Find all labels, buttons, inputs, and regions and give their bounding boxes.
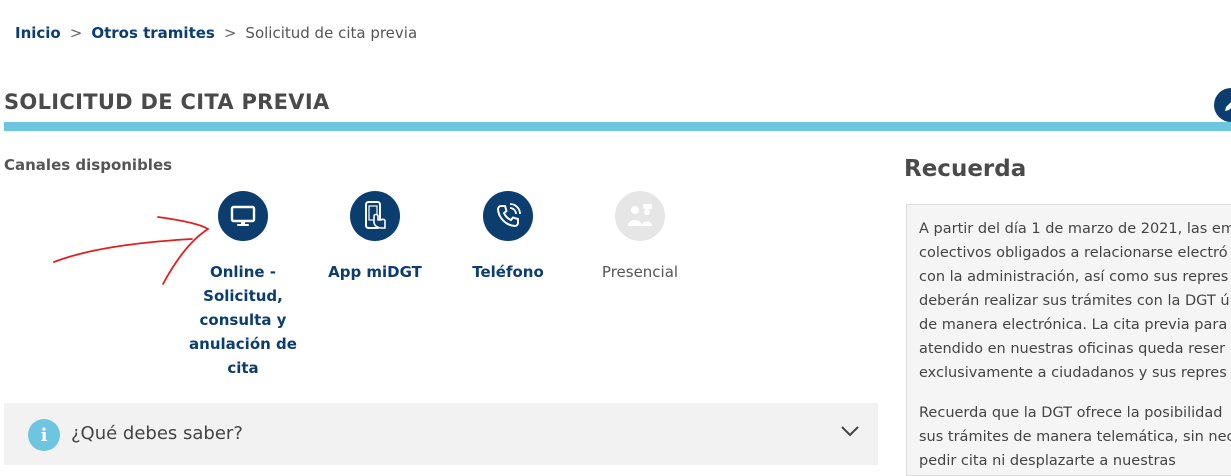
channel-app-midgt[interactable]: App miDGT bbox=[305, 191, 445, 284]
breadcrumb-separator: > bbox=[223, 24, 237, 42]
phone-icon bbox=[483, 191, 533, 241]
channel-telefono[interactable]: Teléfono bbox=[438, 191, 578, 284]
breadcrumb-link-inicio[interactable]: Inicio bbox=[15, 24, 61, 42]
title-divider bbox=[4, 122, 1231, 131]
channels-label: Canales disponibles bbox=[4, 156, 173, 174]
monitor-icon bbox=[218, 191, 268, 241]
channel-presencial[interactable]: Presencial bbox=[570, 191, 710, 284]
text-line: deberán realizar sus trámites con la DGT… bbox=[919, 293, 1230, 309]
text-line: pedir cita ni desplazarte a nuestras bbox=[919, 453, 1176, 469]
text-line: atendido en nuestras oficinas queda rese… bbox=[919, 341, 1226, 357]
in-person-icon bbox=[615, 191, 665, 241]
accordion-que-debes-saber[interactable]: i ¿Qué debes saber? bbox=[4, 403, 878, 465]
channel-app-label: App miDGT bbox=[328, 263, 422, 281]
text-line: sus trámites de manera telemática, sin n… bbox=[919, 429, 1231, 445]
text-line: colectivos obligados a relacionarse elec… bbox=[919, 245, 1228, 261]
chevron-down-icon[interactable] bbox=[840, 425, 860, 437]
pencil-icon bbox=[1225, 102, 1231, 111]
channel-telefono-label: Teléfono bbox=[472, 263, 544, 281]
breadcrumb-current: Solicitud de cita previa bbox=[245, 24, 418, 42]
text-line: de manera electrónica. La cita previa pa… bbox=[919, 317, 1228, 333]
info-icon: i bbox=[28, 419, 60, 451]
recuerda-paragraph-1: A partir del día 1 de marzo de 2021, las… bbox=[919, 217, 1231, 385]
text-line: exclusivamente a ciudadanos y sus repres bbox=[919, 365, 1227, 381]
text-line: Recuerda que la DGT ofrece la posibilida… bbox=[919, 405, 1223, 421]
hand-drawn-arrow-annotation bbox=[53, 216, 210, 285]
mobile-app-icon bbox=[350, 191, 400, 241]
recuerda-box: A partir del día 1 de marzo de 2021, las… bbox=[906, 204, 1231, 476]
breadcrumb-separator: > bbox=[69, 24, 83, 42]
text-line: con la administración, así como sus repr… bbox=[919, 269, 1229, 285]
aside-title: Recuerda bbox=[904, 156, 1027, 182]
accordion-title: ¿Qué debes saber? bbox=[71, 423, 243, 444]
edit-button[interactable] bbox=[1214, 88, 1231, 122]
recuerda-paragraph-2: Recuerda que la DGT ofrece la posibilida… bbox=[919, 401, 1231, 473]
page-title: SOLICITUD DE CITA PREVIA bbox=[4, 90, 330, 114]
breadcrumb-link-otros-tramites[interactable]: Otros tramites bbox=[91, 24, 215, 42]
channel-presencial-label: Presencial bbox=[601, 263, 679, 281]
text-line: A partir del día 1 de marzo de 2021, las… bbox=[919, 221, 1231, 237]
breadcrumb: Inicio > Otros tramites > Solicitud de c… bbox=[15, 24, 417, 42]
